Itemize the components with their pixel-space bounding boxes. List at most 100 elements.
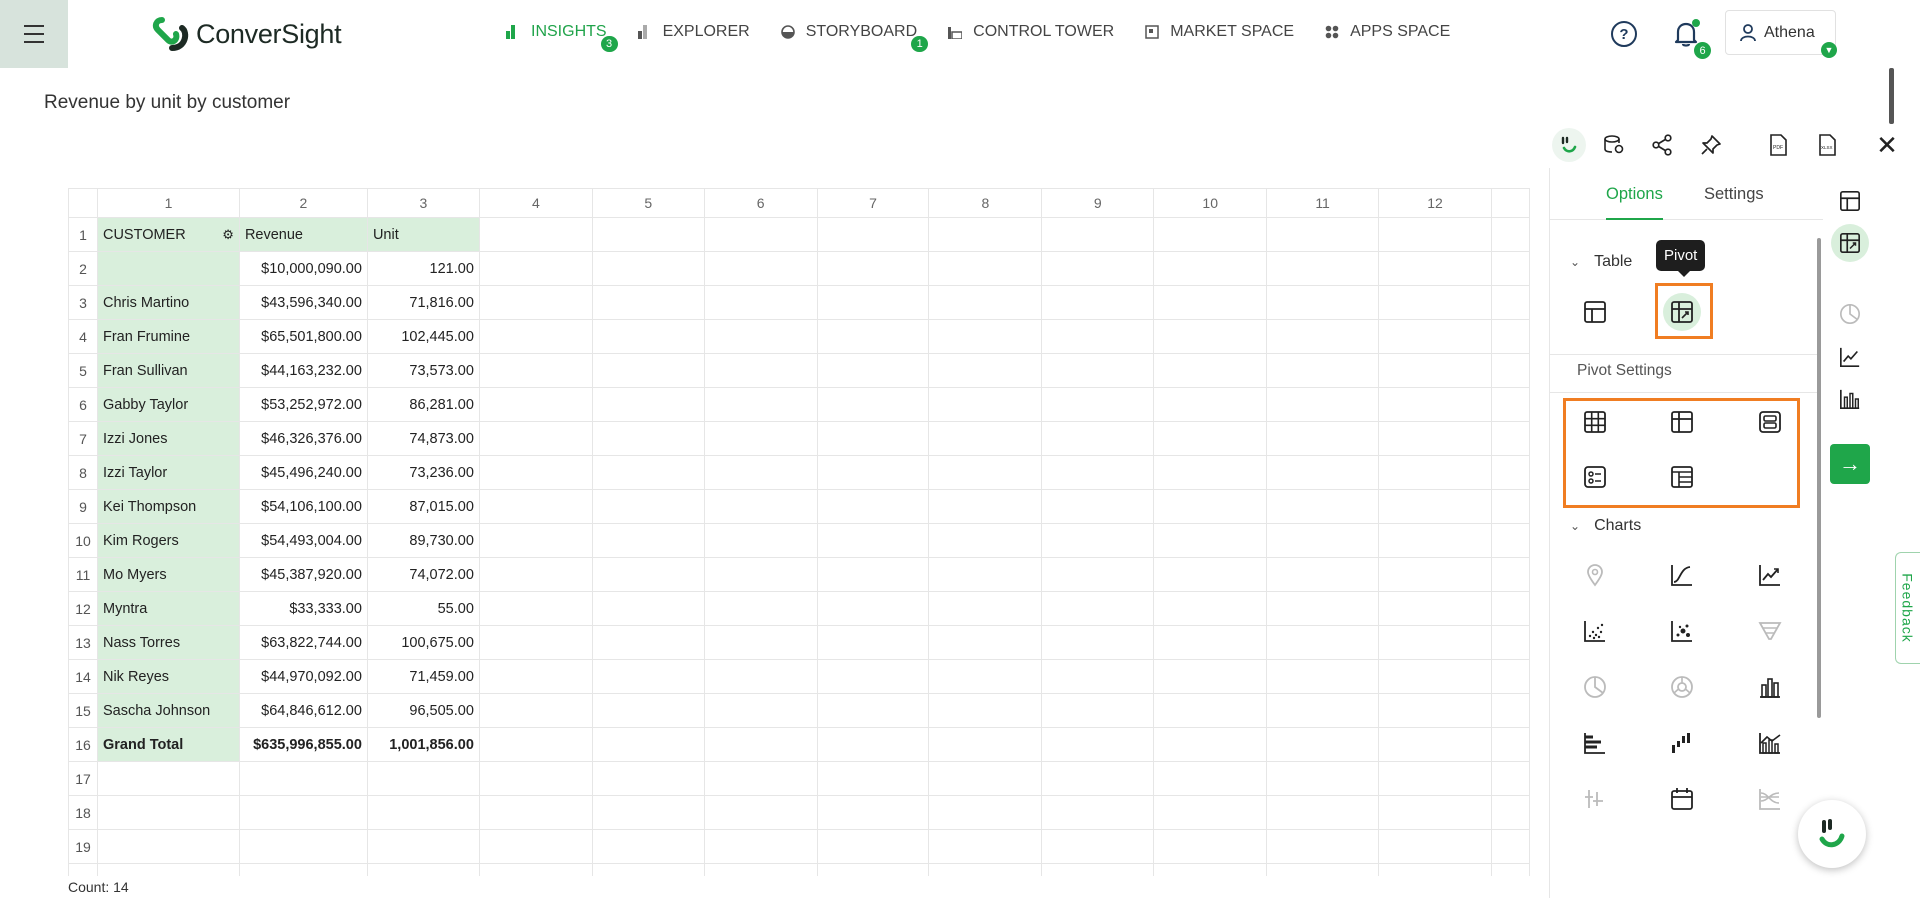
empty-cell[interactable] bbox=[1153, 761, 1268, 796]
revenue-cell[interactable]: $45,387,920.00 bbox=[238, 557, 368, 592]
tab-options[interactable]: Options bbox=[1606, 168, 1663, 220]
row-header[interactable]: 19 bbox=[68, 829, 98, 864]
row-header[interactable]: 17 bbox=[68, 761, 98, 796]
header-cell[interactable]: Unit bbox=[366, 217, 480, 252]
combo-chart-button[interactable] bbox=[1751, 724, 1789, 762]
horizontal-bar-chart-button[interactable] bbox=[1576, 724, 1614, 762]
calendar-chart-button[interactable] bbox=[1663, 780, 1701, 818]
empty-cell[interactable] bbox=[1378, 829, 1492, 864]
line-chart-button[interactable] bbox=[1751, 556, 1789, 594]
empty-cell[interactable] bbox=[478, 557, 593, 592]
row-header[interactable]: 8 bbox=[68, 455, 98, 490]
empty-cell[interactable] bbox=[1153, 285, 1268, 320]
column-header[interactable]: 11 bbox=[1266, 188, 1380, 218]
empty-cell[interactable] bbox=[1153, 829, 1268, 864]
map-chart-button[interactable] bbox=[1576, 556, 1614, 594]
empty-cell[interactable] bbox=[703, 829, 818, 864]
scatter-chart-button[interactable] bbox=[1576, 612, 1614, 650]
empty-cell[interactable] bbox=[703, 625, 818, 660]
empty-cell[interactable] bbox=[1153, 217, 1268, 252]
empty-cell[interactable] bbox=[816, 863, 930, 876]
empty-cell[interactable] bbox=[1378, 251, 1492, 286]
nav-insights[interactable]: INSIGHTS 3 bbox=[505, 0, 618, 64]
conversight-assistant-button[interactable] bbox=[1552, 128, 1586, 162]
empty-cell[interactable] bbox=[1490, 863, 1530, 876]
customer-cell[interactable]: Nass Torres bbox=[96, 625, 240, 660]
revenue-cell[interactable]: $54,493,004.00 bbox=[238, 523, 368, 558]
pivot-layout-rows-button[interactable] bbox=[1751, 403, 1789, 441]
column-chart-button[interactable] bbox=[1751, 668, 1789, 706]
empty-cell[interactable] bbox=[1378, 489, 1492, 524]
empty-cell[interactable] bbox=[703, 693, 818, 728]
empty-cell[interactable] bbox=[1378, 863, 1492, 876]
nav-control-tower[interactable]: CONTROL TOWER bbox=[947, 0, 1114, 64]
empty-cell[interactable] bbox=[1378, 693, 1492, 728]
empty-cell[interactable] bbox=[816, 489, 930, 524]
unit-cell[interactable]: 73,236.00 bbox=[366, 455, 480, 490]
empty-cell[interactable] bbox=[816, 285, 930, 320]
empty-cell[interactable] bbox=[703, 523, 818, 558]
sankey-chart-button[interactable] bbox=[1751, 780, 1789, 818]
column-header[interactable]: 10 bbox=[1153, 188, 1268, 218]
empty-cell[interactable] bbox=[591, 353, 705, 388]
tab-settings[interactable]: Settings bbox=[1704, 168, 1764, 220]
empty-cell[interactable] bbox=[703, 489, 818, 524]
empty-cell[interactable] bbox=[591, 761, 705, 796]
empty-cell[interactable] bbox=[1490, 455, 1530, 490]
row-header[interactable]: 3 bbox=[68, 285, 98, 320]
revenue-cell[interactable]: $43,596,340.00 bbox=[238, 285, 368, 320]
rail-pie-button[interactable] bbox=[1831, 295, 1869, 333]
unit-cell[interactable]: 121.00 bbox=[366, 251, 480, 286]
spreadsheet[interactable]: 1 2 3 4 5 6 7 8 9 10 11 12 1 CUSTOMER ⚙ Revenue Unit 2 $10… bbox=[68, 188, 1530, 876]
empty-cell[interactable] bbox=[703, 421, 818, 456]
empty-cell[interactable] bbox=[816, 217, 930, 252]
unit-cell[interactable]: 96,505.00 bbox=[366, 693, 480, 728]
empty-cell[interactable] bbox=[1378, 591, 1492, 626]
empty-cell[interactable] bbox=[1490, 523, 1530, 558]
unit-cell[interactable]: 102,445.00 bbox=[366, 319, 480, 354]
row-header[interactable]: 10 bbox=[68, 523, 98, 558]
empty-cell[interactable] bbox=[703, 455, 818, 490]
empty-cell[interactable] bbox=[1041, 829, 1155, 864]
empty-cell[interactable] bbox=[1041, 353, 1155, 388]
empty-cell[interactable] bbox=[1153, 625, 1268, 660]
row-header[interactable]: 1 bbox=[68, 217, 98, 252]
empty-cell[interactable] bbox=[816, 421, 930, 456]
help-icon[interactable]: ? bbox=[1611, 21, 1637, 47]
empty-cell[interactable] bbox=[816, 795, 930, 830]
column-header[interactable]: 5 bbox=[591, 188, 705, 218]
empty-cell[interactable] bbox=[1378, 523, 1492, 558]
empty-cell[interactable] bbox=[928, 863, 1043, 876]
empty-cell[interactable] bbox=[928, 285, 1043, 320]
empty-cell[interactable] bbox=[1266, 251, 1380, 286]
row-header[interactable]: 4 bbox=[68, 319, 98, 354]
empty-cell[interactable] bbox=[703, 591, 818, 626]
empty-cell[interactable] bbox=[478, 455, 593, 490]
empty-cell[interactable] bbox=[1490, 353, 1530, 388]
empty-cell[interactable] bbox=[1041, 693, 1155, 728]
empty-cell[interactable] bbox=[1153, 455, 1268, 490]
row-header[interactable]: 2 bbox=[68, 251, 98, 286]
empty-cell[interactable] bbox=[816, 829, 930, 864]
empty-cell[interactable] bbox=[928, 727, 1043, 762]
empty-cell[interactable] bbox=[591, 319, 705, 354]
empty-cell[interactable] bbox=[816, 557, 930, 592]
empty-cell[interactable] bbox=[703, 353, 818, 388]
empty-cell[interactable] bbox=[1266, 863, 1380, 876]
revenue-cell[interactable] bbox=[238, 795, 368, 830]
empty-cell[interactable] bbox=[1490, 387, 1530, 422]
pivot-layout-grid-button[interactable] bbox=[1576, 403, 1614, 441]
customer-cell[interactable]: Chris Martino bbox=[96, 285, 240, 320]
rail-table-button[interactable] bbox=[1831, 182, 1869, 220]
export-pdf-button[interactable]: PDF bbox=[1761, 128, 1795, 162]
empty-cell[interactable] bbox=[1378, 421, 1492, 456]
empty-cell[interactable] bbox=[478, 625, 593, 660]
share-button[interactable] bbox=[1645, 128, 1679, 162]
empty-cell[interactable] bbox=[816, 659, 930, 694]
pivot-layout-compact-button[interactable] bbox=[1663, 403, 1701, 441]
empty-cell[interactable] bbox=[1041, 727, 1155, 762]
customer-cell[interactable]: Gabby Taylor bbox=[96, 387, 240, 422]
empty-cell[interactable] bbox=[816, 727, 930, 762]
row-header[interactable]: 18 bbox=[68, 795, 98, 830]
unit-cell[interactable]: 74,072.00 bbox=[366, 557, 480, 592]
